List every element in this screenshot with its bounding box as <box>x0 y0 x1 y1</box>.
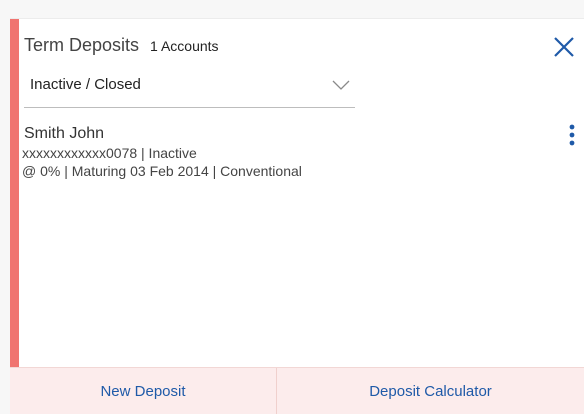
account-list-item[interactable]: Smith John xxxxxxxxxxxx0078 | Inactive @… <box>22 121 522 191</box>
account-menu-button[interactable] <box>566 123 578 151</box>
close-button[interactable] <box>552 35 576 59</box>
panel-footer: New Deposit Deposit Calculator <box>10 367 584 414</box>
chevron-down-icon <box>332 80 350 90</box>
deposit-calculator-button[interactable]: Deposit Calculator <box>277 368 584 414</box>
new-deposit-button[interactable]: New Deposit <box>10 368 277 414</box>
accent-bar <box>10 19 19 413</box>
account-holder-name: Smith John <box>24 125 105 142</box>
more-vertical-icon <box>569 124 575 146</box>
close-icon <box>554 37 574 57</box>
panel-title: Term Deposits 1 Accounts <box>24 35 219 56</box>
status-filter-dropdown[interactable]: Inactive / Closed <box>24 71 355 108</box>
account-number-status: xxxxxxxxxxxx0078 | Inactive <box>22 145 197 161</box>
accounts-count: 1 Accounts <box>150 38 219 54</box>
status-filter-value: Inactive / Closed <box>30 76 141 93</box>
account-rate-maturity: @ 0% | Maturing 03 Feb 2014 | Convention… <box>22 163 302 179</box>
term-deposits-panel: Term Deposits 1 Accounts Inactive / Clos… <box>10 18 584 414</box>
panel-title-text: Term Deposits <box>24 35 140 55</box>
